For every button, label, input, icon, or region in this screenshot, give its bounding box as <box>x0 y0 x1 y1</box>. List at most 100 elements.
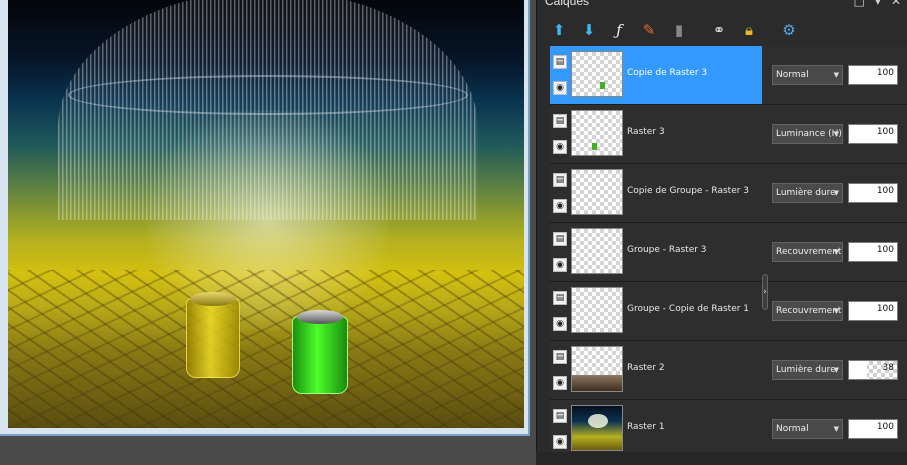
opacity-slider[interactable]: 100 <box>848 124 898 144</box>
chevron-down-icon: ▼ <box>833 71 839 79</box>
chevron-down-icon: ▼ <box>833 130 839 138</box>
layer-name: Groupe - Copie de Raster 1 <box>627 304 750 314</box>
opacity-value: 100 <box>876 422 894 432</box>
gear-icon[interactable]: ⚙ <box>777 19 801 41</box>
blend-mode-select[interactable]: Normal ▼ <box>772 419 843 439</box>
blend-mode-select[interactable]: Normal ▼ <box>772 65 843 85</box>
opacity-slider[interactable]: 100 <box>848 183 898 203</box>
layer-main[interactable]: ▤ ◉ Groupe - Raster 3 <box>550 223 762 281</box>
chevron-down-icon: ▼ <box>833 189 839 197</box>
canvas-frame <box>0 0 530 436</box>
blend-mode-select[interactable]: Recouvrement ▼ <box>772 242 843 262</box>
opacity-value: 100 <box>876 304 894 314</box>
app-root: Calques □ ▾ ✕ ⬆ ⬇ ƒ ✎ ▮ ⚭ 🔒︎ ⚙ ▤ ◉ Copie <box>0 0 907 465</box>
layer-row[interactable]: ▤ ◉ Groupe - Raster 3 Recouvrement ▼ 100 <box>550 223 907 282</box>
layer-main[interactable]: ▤ ◉ Raster 1 <box>550 400 762 458</box>
layer-row[interactable]: ▤ ◉ Raster 1 Normal ▼ 100 <box>550 400 907 459</box>
chevron-down-icon: ▼ <box>833 307 839 315</box>
opacity-slider[interactable]: 100 <box>848 301 898 321</box>
chevron-down-icon: ▼ <box>833 248 839 256</box>
yellow-battery <box>186 298 240 378</box>
green-battery <box>292 316 348 394</box>
close-icon[interactable]: ✕ <box>891 0 901 8</box>
raster-layer-icon: ▤ <box>553 173 567 187</box>
panel-splitter-handle[interactable]: › <box>762 274 768 310</box>
green-battery-cap <box>297 310 343 324</box>
blend-mode-select[interactable]: Lumière dure ▼ <box>772 183 843 203</box>
blend-mode-label: Lumière dure <box>776 365 836 375</box>
layer-name: Copie de Raster 3 <box>627 68 708 78</box>
layer-thumbnail <box>571 346 623 392</box>
eye-icon[interactable]: ◉ <box>553 258 567 272</box>
layer-name: Raster 2 <box>627 363 665 373</box>
layer-row[interactable]: ▤ ◉ Raster 3 Luminance (H) ▼ 100 <box>550 105 907 164</box>
link-icon[interactable]: ⚭ <box>707 19 731 41</box>
blend-mode-label: Recouvrement <box>776 247 842 257</box>
eye-icon[interactable]: ◉ <box>553 199 567 213</box>
layer-thumbnail <box>571 287 623 333</box>
eye-icon[interactable]: ◉ <box>553 376 567 390</box>
panel-window-controls: □ ▾ ✕ <box>854 0 901 8</box>
opacity-slider[interactable]: 100 <box>848 242 898 262</box>
layer-list: ▤ ◉ Copie de Raster 3 Normal ▼ 100 ▤ ◉ Ra… <box>550 46 907 459</box>
canvas-image[interactable] <box>8 0 524 428</box>
layer-main[interactable]: ▤ ◉ Raster 3 <box>550 105 762 163</box>
brush-icon[interactable]: ✎ <box>637 19 661 41</box>
blend-mode-label: Lumière dure <box>776 188 836 198</box>
opacity-slider[interactable]: 100 <box>848 65 898 85</box>
opacity-fill <box>849 361 868 379</box>
layer-thumbnail <box>571 169 623 215</box>
opacity-value: 100 <box>876 245 894 255</box>
chevron-down-icon[interactable]: ▾ <box>875 0 881 8</box>
layers-panel: Calques □ ▾ ✕ ⬆ ⬇ ƒ ✎ ▮ ⚭ 🔒︎ ⚙ ▤ ◉ Copie <box>536 0 907 465</box>
layer-thumbnail <box>571 110 623 156</box>
blend-mode-label: Recouvrement <box>776 306 842 316</box>
raster-layer-icon: ▤ <box>553 291 567 305</box>
blend-mode-select[interactable]: Recouvrement ▼ <box>772 301 843 321</box>
chevron-down-icon: ▼ <box>833 366 839 374</box>
canvas-area[interactable] <box>0 0 536 465</box>
restore-icon[interactable]: □ <box>854 0 865 8</box>
blend-mode-select[interactable]: Lumière dure ▼ <box>772 360 843 380</box>
layer-main[interactable]: ▤ ◉ Copie de Groupe - Raster 3 <box>550 164 762 222</box>
panel-bottom-strip <box>536 452 907 465</box>
lock-icon[interactable]: 🔒︎ <box>737 19 761 41</box>
layers-toolbar: ⬆ ⬇ ƒ ✎ ▮ ⚭ 🔒︎ ⚙ <box>547 17 807 43</box>
yellow-battery-cap <box>190 292 236 306</box>
eye-icon[interactable]: ◉ <box>553 81 567 95</box>
layer-thumbnail <box>571 228 623 274</box>
layer-row[interactable]: ▤ ◉ Copie de Groupe - Raster 3 Lumière d… <box>550 164 907 223</box>
layer-name: Copie de Groupe - Raster 3 <box>627 186 750 196</box>
panel-title: Calques <box>545 0 590 8</box>
blend-mode-label: Normal <box>776 70 809 80</box>
layer-main[interactable]: ▤ ◉ Groupe - Copie de Raster 1 <box>550 282 762 340</box>
eye-icon[interactable]: ◉ <box>553 140 567 154</box>
layer-row[interactable]: ▤ ◉ Raster 2 Lumière dure ▼ 38 <box>550 341 907 400</box>
document-icon[interactable]: ▮ <box>667 19 691 41</box>
layer-row[interactable]: ▤ ◉ Copie de Raster 3 Normal ▼ 100 <box>550 46 907 105</box>
layer-main[interactable]: ▤ ◉ Raster 2 <box>550 341 762 399</box>
opacity-value: 38 <box>882 363 894 373</box>
layer-thumbnail <box>571 51 623 97</box>
layer-name: Groupe - Raster 3 <box>627 245 707 255</box>
eye-icon[interactable]: ◉ <box>553 317 567 331</box>
opacity-slider[interactable]: 38 <box>848 360 898 380</box>
move-layer-down-icon[interactable]: ⬇ <box>577 19 601 41</box>
layer-name: Raster 3 <box>627 127 665 137</box>
layer-thumbnail <box>571 405 623 451</box>
chevron-down-icon: ▼ <box>833 425 839 433</box>
opacity-value: 100 <box>876 127 894 137</box>
move-layer-up-icon[interactable]: ⬆ <box>547 19 571 41</box>
layer-main[interactable]: ▤ ◉ Copie de Raster 3 <box>550 46 762 104</box>
blend-mode-select[interactable]: Luminance (H) ▼ <box>772 124 843 144</box>
blend-mode-label: Luminance (H) <box>776 129 842 139</box>
layer-name: Raster 1 <box>627 422 665 432</box>
layer-effects-icon[interactable]: ƒ <box>607 19 631 41</box>
layer-row[interactable]: ▤ ◉ Groupe - Copie de Raster 1 Recouvrem… <box>550 282 907 341</box>
eye-icon[interactable]: ◉ <box>553 435 567 449</box>
raster-layer-icon: ▤ <box>553 232 567 246</box>
raster-layer-icon: ▤ <box>553 409 567 423</box>
opacity-value: 100 <box>876 68 894 78</box>
opacity-slider[interactable]: 100 <box>848 419 898 439</box>
raster-layer-icon: ▤ <box>553 55 567 69</box>
